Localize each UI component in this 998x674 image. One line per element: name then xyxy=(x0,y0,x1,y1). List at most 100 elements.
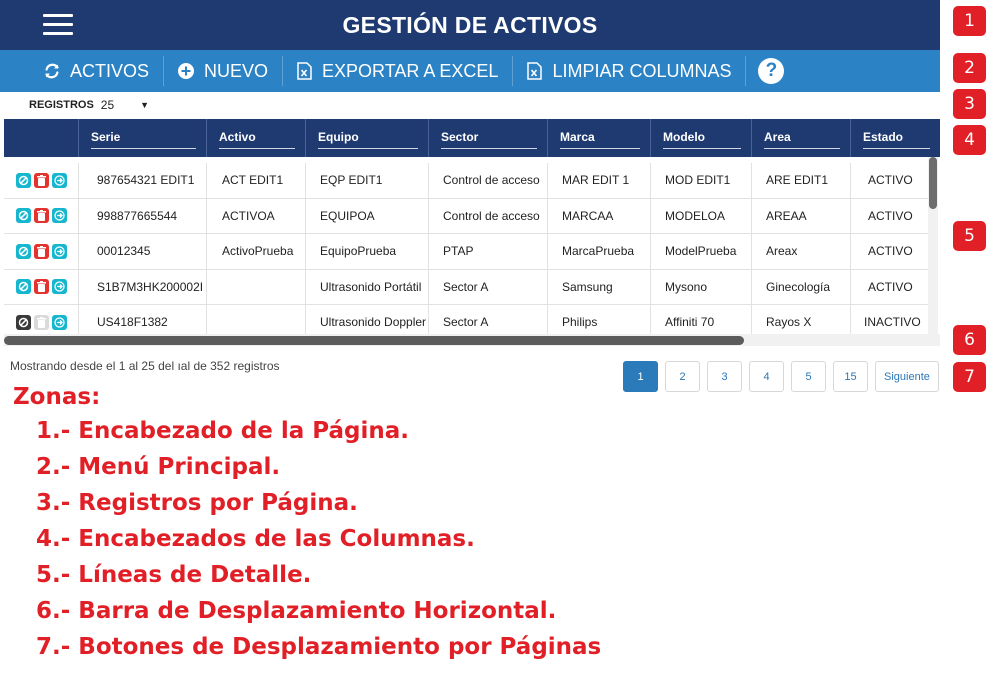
table-row[interactable]: S1B7M3HK200002I Ultrasonido Portátil Secto… xyxy=(4,269,928,305)
menu-item-limpiar-columnas[interactable]: LIMPIAR COLUMNAS xyxy=(513,56,747,86)
cell-marca: MARCAA xyxy=(547,198,650,233)
cell-marca: MAR EDIT 1 xyxy=(547,163,650,198)
zone-badge: 6 xyxy=(953,325,986,355)
menu-item-label: ACTIVOS xyxy=(70,60,150,81)
arrow-right-icon xyxy=(54,281,65,292)
table-body: 987654321 EDIT1 ACT EDIT1 EQP EDIT1 Control… xyxy=(4,163,928,341)
column-header-actions xyxy=(4,119,78,157)
column-header-modelo[interactable]: Modelo xyxy=(650,119,751,157)
table-row[interactable]: 987654321 EDIT1 ACT EDIT1 EQP EDIT1 Control… xyxy=(4,163,928,199)
vertical-scrollbar-thumb[interactable] xyxy=(929,157,937,209)
menu-item-label: EXPORTAR A EXCEL xyxy=(322,60,499,81)
records-per-page-value: 25 xyxy=(100,98,115,112)
legend-item: 6.- Barra de Desplazamiento Horizontal. xyxy=(36,598,557,624)
cell-equipo: EquipoPrueba xyxy=(305,234,428,269)
deactivate-button[interactable] xyxy=(16,172,31,188)
column-header-estado[interactable]: Estado xyxy=(850,119,940,157)
cancel-icon xyxy=(18,281,29,292)
cancel-icon xyxy=(18,246,29,257)
menu-item-label: NUEVO xyxy=(204,60,269,81)
caret-down-icon: ▼ xyxy=(140,100,150,110)
cancel-icon xyxy=(18,317,29,328)
row-actions xyxy=(4,163,78,198)
trash-icon xyxy=(37,281,46,293)
menu-item-nuevo[interactable]: NUEVO xyxy=(164,56,284,86)
view-detail-button[interactable] xyxy=(52,208,67,224)
cell-equipo: EQP EDIT1 xyxy=(305,163,428,198)
cell-activo: ActivoPrueba xyxy=(206,234,305,269)
page-button-5[interactable]: 5 xyxy=(791,361,826,392)
page-button-4[interactable]: 4 xyxy=(749,361,784,392)
row-actions xyxy=(4,270,78,305)
trash-icon xyxy=(37,174,46,186)
legend-title: Zonas: xyxy=(13,384,101,410)
page-header: GESTIÓN DE ACTIVOS xyxy=(0,0,940,50)
records-per-page-select[interactable]: 25 ▼ xyxy=(101,98,149,112)
arrow-right-icon xyxy=(54,317,65,328)
column-header-marca[interactable]: Marca xyxy=(547,119,650,157)
column-header-equipo[interactable]: Equipo xyxy=(305,119,428,157)
table-row[interactable]: 00012345 ActivoPrueba EquipoPrueba PTAP Marc… xyxy=(4,234,928,270)
horizontal-scrollbar[interactable] xyxy=(4,334,940,346)
delete-button[interactable] xyxy=(34,208,49,224)
column-header-activo[interactable]: Activo xyxy=(206,119,305,157)
deactivate-button[interactable] xyxy=(16,314,31,330)
page-button-2[interactable]: 2 xyxy=(665,361,700,392)
help-icon[interactable]: ? xyxy=(758,58,785,84)
deactivate-button[interactable] xyxy=(16,208,31,224)
deactivate-button[interactable] xyxy=(16,243,31,259)
deactivate-button[interactable] xyxy=(16,279,31,295)
view-detail-button[interactable] xyxy=(52,314,67,330)
pagination: 1 2 3 4 5 15 Siguiente xyxy=(623,361,939,392)
delete-button[interactable] xyxy=(34,243,49,259)
records-per-page-label: REGISTROS xyxy=(29,99,94,111)
legend-item: 3.- Registros por Página. xyxy=(36,490,358,516)
trash-icon xyxy=(37,316,46,328)
records-per-page: REGISTROS 25 ▼ xyxy=(29,98,149,112)
excel-icon xyxy=(297,62,312,80)
page-button-1[interactable]: 1 xyxy=(623,361,658,392)
delete-button[interactable] xyxy=(34,279,49,295)
cell-area: ARE EDIT1 xyxy=(751,163,850,198)
cell-area: Areax xyxy=(751,234,850,269)
plus-circle-icon xyxy=(178,63,195,79)
cell-equipo: EQUIPOA xyxy=(305,198,428,233)
cell-activo xyxy=(206,269,305,304)
menu-item-activos[interactable]: ACTIVOS xyxy=(30,56,165,86)
table-row[interactable]: 998877665544 ACTIVOA EQUIPOA Control de acc… xyxy=(4,198,928,234)
menu-item-exportar-excel[interactable]: EXPORTAR A EXCEL xyxy=(283,56,514,86)
page-button-15[interactable]: 15 xyxy=(833,361,868,392)
column-header-serie[interactable]: Serie xyxy=(78,119,206,157)
refresh-icon xyxy=(44,63,60,79)
vertical-scrollbar[interactable] xyxy=(928,157,938,335)
cell-estado: ACTIVO xyxy=(850,163,928,198)
column-header-sector[interactable]: Sector xyxy=(428,119,547,157)
next-page-button[interactable]: Siguiente xyxy=(875,361,939,392)
row-actions xyxy=(4,234,78,269)
cell-activo: ACTIVOA xyxy=(206,198,305,233)
table-header: Serie Activo Equipo Sector Marca Modelo … xyxy=(4,119,940,157)
legend-item: 5.- Líneas de Detalle. xyxy=(36,562,312,588)
cell-marca: MarcaPrueba xyxy=(547,234,650,269)
column-header-area[interactable]: Area xyxy=(751,119,850,157)
cell-marca: Samsung xyxy=(547,269,650,304)
page-title: GESTIÓN DE ACTIVOS xyxy=(342,12,598,38)
cell-estado: ACTIVO xyxy=(850,269,928,304)
view-detail-button[interactable] xyxy=(52,279,67,295)
arrow-right-icon xyxy=(54,246,65,257)
zones-legend: Zonas: 1.- Encabezado de la Página. 2.- … xyxy=(13,384,601,665)
cell-serie: 987654321 EDIT1 xyxy=(78,163,206,198)
cell-sector: Control de acceso xyxy=(428,163,547,198)
delete-button[interactable] xyxy=(34,172,49,188)
delete-button[interactable] xyxy=(34,314,49,330)
cell-activo: ACT EDIT1 xyxy=(206,163,305,198)
view-detail-button[interactable] xyxy=(52,243,67,259)
zone-badge: 2 xyxy=(953,53,986,83)
arrow-right-icon xyxy=(54,210,65,221)
legend-item: 7.- Botones de Desplazamiento por Página… xyxy=(36,634,602,660)
page-button-3[interactable]: 3 xyxy=(707,361,742,392)
view-detail-button[interactable] xyxy=(52,172,67,188)
zone-badge: 7 xyxy=(953,362,986,392)
cell-modelo: MODELOA xyxy=(650,198,751,233)
horizontal-scrollbar-thumb[interactable] xyxy=(4,336,744,345)
